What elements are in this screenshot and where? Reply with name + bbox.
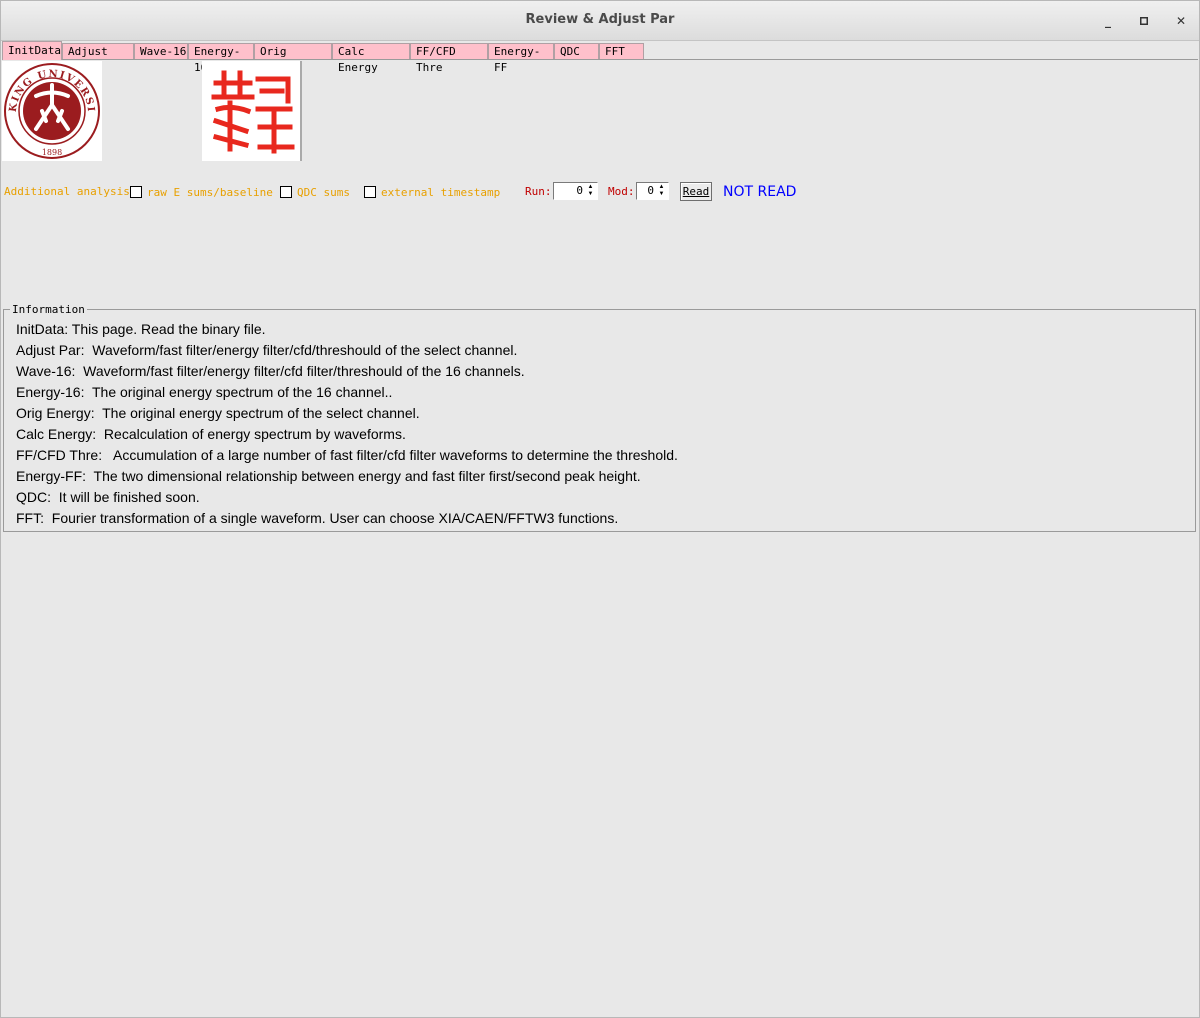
info-line-energy-16: Energy-16: The original energy spectrum … (16, 384, 393, 400)
information-legend: Information (10, 303, 87, 316)
read-status: NOT READ (723, 184, 797, 200)
raw-e-sums-checkbox[interactable] (130, 186, 142, 198)
read-button-label: Read (682, 185, 710, 198)
info-line-qdc: QDC: It will be finished soon. (16, 489, 200, 505)
peking-university-logo: PEKING UNIVERSITY 1898 (0, 53, 102, 161)
tab-wave-16[interactable]: Wave-16 (134, 43, 188, 59)
mod-value: 0 (647, 184, 654, 197)
run-spinner[interactable]: ▲ ▼ (585, 184, 596, 199)
maximize-button[interactable] (1134, 11, 1154, 31)
tab-initdata[interactable]: InitData (2, 41, 62, 60)
info-line-orig-energy: Orig Energy: The original energy spectru… (16, 405, 420, 421)
minimize-icon: _ (1105, 14, 1111, 28)
title-bar[interactable]: Review & Adjust Par _ ✕ (1, 1, 1199, 41)
tab-qdc[interactable]: QDC (554, 43, 599, 59)
run-down-arrow-icon[interactable]: ▼ (585, 191, 596, 198)
run-up-arrow-icon[interactable]: ▲ (585, 184, 596, 191)
tab-adjust-par[interactable]: Adjust Par (62, 43, 134, 74)
external-timestamp-label: external timestamp (381, 186, 501, 199)
peking-university-seal-icon: PEKING UNIVERSITY 1898 (0, 53, 100, 159)
info-line-wave-16: Wave-16: Waveform/fast filter/energy fil… (16, 363, 525, 379)
info-line-fft: FFT: Fourier transformation of a single … (16, 510, 619, 526)
info-line-adjust-par: Adjust Par: Waveform/fast filter/energy … (16, 342, 518, 358)
qdc-sums-checkbox[interactable] (280, 186, 292, 198)
qdc-sums-label: QDC sums (297, 186, 350, 199)
info-line-calc-energy: Calc Energy: Recalculation of energy spe… (16, 426, 406, 442)
info-line-initdata: InitData: This page. Read the binary fil… (16, 321, 266, 337)
tab-ff-cfd-thre[interactable]: FF/CFD Thre (410, 43, 488, 74)
tab-bar: InitData Adjust Par Wave-16 Energy-16 Or… (2, 41, 1198, 74)
svg-text:1898: 1898 (42, 148, 62, 157)
run-number-input[interactable]: 0 ▲ ▼ (553, 182, 598, 200)
red-seal-character-icon (211, 61, 302, 161)
run-label: Run: (525, 185, 552, 198)
tab-orig-energy[interactable]: Orig Energy (254, 43, 332, 74)
read-button[interactable]: Read (680, 182, 712, 201)
tab-energy-16[interactable]: Energy-16 (188, 43, 254, 74)
maximize-icon (1140, 14, 1148, 28)
mod-down-arrow-icon[interactable]: ▼ (656, 191, 667, 198)
mod-up-arrow-icon[interactable]: ▲ (656, 184, 667, 191)
close-icon: ✕ (1175, 14, 1187, 28)
main-window: Review & Adjust Par _ ✕ InitData Adjust … (0, 0, 1200, 1018)
mod-spinner[interactable]: ▲ ▼ (656, 184, 667, 199)
tab-energy-ff[interactable]: Energy-FF (488, 43, 554, 74)
window-title: Review & Adjust Par (525, 12, 675, 27)
external-timestamp-checkbox[interactable] (364, 186, 376, 198)
tab-calc-energy[interactable]: Calc Energy (332, 43, 410, 74)
additional-analysis-label: Additional analysis: (4, 185, 137, 198)
info-line-energy-ff: Energy-FF: The two dimensional relations… (16, 468, 641, 484)
raw-e-sums-label: raw E sums/baseline (147, 186, 273, 199)
minimize-button[interactable]: _ (1098, 11, 1118, 31)
mod-label: Mod: (608, 185, 635, 198)
mod-number-input[interactable]: 0 ▲ ▼ (636, 182, 669, 200)
tab-fft[interactable]: FFT (599, 43, 644, 59)
red-seal-logo (202, 61, 302, 161)
info-line-ff-cfd-thre: FF/CFD Thre: Accumulation of a large num… (16, 447, 678, 463)
close-button[interactable]: ✕ (1171, 11, 1191, 31)
run-value: 0 (576, 184, 583, 197)
